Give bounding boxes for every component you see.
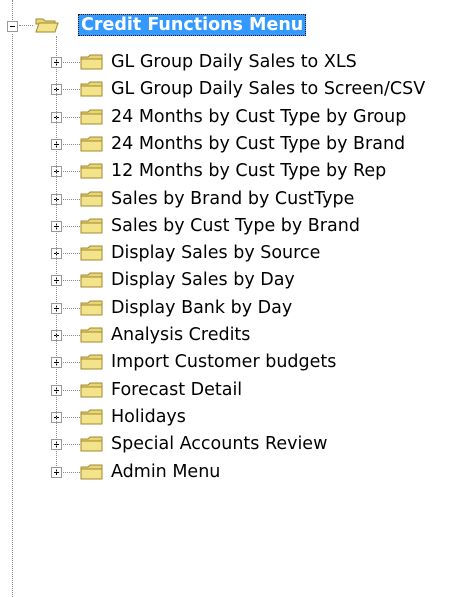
folder-icon [80,464,104,480]
folder-icon [80,163,104,179]
tree-item-label[interactable]: Display Bank by Day [108,297,295,319]
tree-item-label[interactable]: GL Group Daily Sales to Screen/CSV [108,78,428,100]
tree-item[interactable]: Import Customer budgets [0,349,469,375]
folder-icon [80,327,104,343]
tree-guide-root-h [19,25,33,26]
tree-item[interactable]: 24 Months by Cust Type by Group [0,104,469,130]
tree-item-label[interactable]: Analysis Credits [108,324,253,346]
folder-icon [80,54,104,70]
folder-icon [80,409,104,425]
tree-guide-level2 [56,36,57,472]
tree-item[interactable]: 24 Months by Cust Type by Brand [0,131,469,157]
tree-root-row[interactable]: Credit Functions Menu [0,12,469,38]
folder-icon [80,218,104,234]
tree-item-label[interactable]: Sales by Cust Type by Brand [108,215,363,237]
tree-item-label[interactable]: GL Group Daily Sales to XLS [108,51,360,73]
tree-item[interactable]: Special Accounts Review [0,431,469,457]
menu-tree: Credit Functions Menu GL Group Daily Sal… [0,0,469,597]
tree-item-label[interactable]: 12 Months by Cust Type by Rep [108,160,389,182]
folder-icon [80,136,104,152]
tree-root-label[interactable]: Credit Functions Menu [78,14,307,36]
tree-item-label[interactable]: Display Sales by Source [108,242,323,264]
folder-icon [80,382,104,398]
tree-item[interactable]: Display Bank by Day [0,295,469,321]
folder-icon [80,245,104,261]
folder-icon [80,354,104,370]
tree-item-label[interactable]: Special Accounts Review [108,433,330,455]
folder-icon [80,191,104,207]
folder-open-icon [35,17,59,33]
tree-item[interactable]: 12 Months by Cust Type by Rep [0,158,469,184]
tree-item[interactable]: Sales by Brand by CustType [0,186,469,212]
folder-icon [80,109,104,125]
folder-icon [80,272,104,288]
tree-item-label[interactable]: Import Customer budgets [108,351,339,373]
tree-item[interactable]: Admin Menu [0,459,469,485]
tree-item[interactable]: Holidays [0,404,469,430]
folder-icon [80,300,104,316]
tree-item[interactable]: GL Group Daily Sales to Screen/CSV [0,76,469,102]
tree-item[interactable]: GL Group Daily Sales to XLS [0,49,469,75]
tree-item-label[interactable]: 24 Months by Cust Type by Group [108,106,409,128]
tree-item[interactable]: Display Sales by Day [0,267,469,293]
tree-item-label[interactable]: Sales by Brand by CustType [108,188,357,210]
folder-icon [80,81,104,97]
tree-item[interactable]: Forecast Detail [0,377,469,403]
tree-item-label[interactable]: Display Sales by Day [108,269,298,291]
tree-item-label[interactable]: Holidays [108,406,189,428]
tree-item[interactable]: Analysis Credits [0,322,469,348]
tree-item-label[interactable]: 24 Months by Cust Type by Brand [108,133,408,155]
tree-item-label[interactable]: Forecast Detail [108,379,245,401]
tree-item-label[interactable]: Admin Menu [108,461,223,483]
tree-item[interactable]: Sales by Cust Type by Brand [0,213,469,239]
tree-item[interactable]: Display Sales by Source [0,240,469,266]
folder-icon [80,436,104,452]
collapse-toggle[interactable] [7,21,18,32]
